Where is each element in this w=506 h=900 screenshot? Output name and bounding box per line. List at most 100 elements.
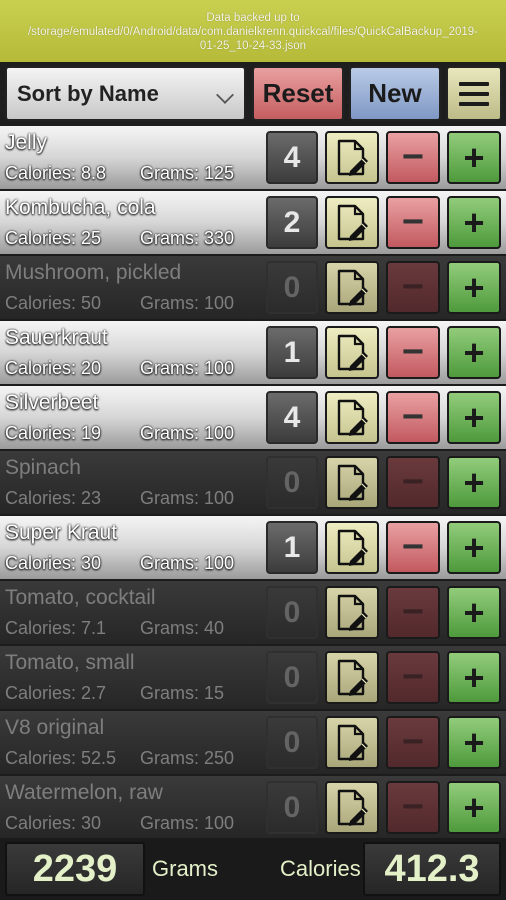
grams-value: 100 (204, 293, 235, 313)
calories-value: 25 (81, 228, 102, 248)
item-calories: Calories: 8.8 (5, 163, 106, 184)
item-name: Tomato, small (5, 651, 135, 674)
item-name: V8 original (5, 716, 105, 739)
backup-status-banner: Data backed up to /storage/emulated/0/An… (0, 0, 506, 62)
edit-document-icon[interactable] (325, 781, 379, 834)
plus-button[interactable]: + (447, 651, 501, 704)
edit-document-icon[interactable] (325, 586, 379, 639)
edit-document-icon[interactable] (325, 131, 379, 184)
grams-value: 40 (204, 618, 225, 638)
reset-button[interactable]: Reset (252, 66, 344, 121)
minus-button[interactable]: − (386, 326, 440, 379)
edit-document-icon[interactable] (325, 716, 379, 769)
minus-button[interactable]: − (386, 586, 440, 639)
minus-button[interactable]: − (386, 131, 440, 184)
calories-value: 30 (81, 553, 102, 573)
minus-button[interactable]: − (386, 781, 440, 834)
item-count: 4 (266, 391, 318, 444)
plus-button[interactable]: + (447, 326, 501, 379)
item-grams: Grams: 100 (140, 293, 234, 314)
plus-icon: + (463, 396, 485, 438)
calories-prefix: Calories: (5, 358, 82, 378)
minus-button[interactable]: − (386, 521, 440, 574)
item-count: 0 (266, 456, 318, 509)
grams-prefix: Grams: (140, 488, 205, 508)
minus-button[interactable]: − (386, 456, 440, 509)
item-count: 4 (266, 131, 318, 184)
calories-prefix: Calories: (5, 553, 82, 573)
item-grams: Grams: 100 (140, 488, 234, 509)
edit-document-icon[interactable] (325, 196, 379, 249)
list-item: Kombucha, cola Calories: 25 Grams: 330 2 − + (0, 191, 506, 254)
plus-button[interactable]: + (447, 781, 501, 834)
edit-document-icon[interactable] (325, 456, 379, 509)
minus-button[interactable]: − (386, 651, 440, 704)
item-grams: Grams: 330 (140, 228, 234, 249)
grams-prefix: Grams: (140, 293, 205, 313)
list-item: Mushroom, pickled Calories: 50 Grams: 100 0… (0, 256, 506, 319)
plus-button[interactable]: + (447, 716, 501, 769)
grams-prefix: Grams: (140, 228, 205, 248)
grams-value: 100 (204, 813, 235, 833)
minus-button[interactable]: − (386, 391, 440, 444)
calories-value: 50 (81, 293, 102, 313)
edit-document-icon[interactable] (325, 326, 379, 379)
grams-total: 2239 (5, 842, 145, 896)
grams-value: 125 (204, 163, 235, 183)
plus-button[interactable]: + (447, 521, 501, 574)
calories-label: Calories (280, 856, 361, 881)
calories-value: 19 (81, 423, 102, 443)
plus-icon: + (463, 721, 485, 763)
item-count: 0 (266, 716, 318, 769)
calories-value: 52.5 (81, 748, 117, 768)
sort-dropdown[interactable]: Sort by Name (5, 66, 246, 121)
item-calories: Calories: 19 (5, 423, 101, 444)
hamburger-menu-icon[interactable] (446, 66, 502, 121)
edit-document-icon[interactable] (325, 651, 379, 704)
item-grams: Grams: 125 (140, 163, 234, 184)
item-name: Spinach (5, 456, 81, 479)
grams-value: 15 (204, 683, 225, 703)
totals-bar: 2239 Grams Calories 412.3 (0, 838, 506, 900)
calories-value: 30 (81, 813, 102, 833)
item-calories: Calories: 20 (5, 358, 101, 379)
item-calories: Calories: 52.5 (5, 748, 116, 769)
item-name: Mushroom, pickled (5, 261, 182, 284)
edit-document-icon[interactable] (325, 391, 379, 444)
calories-prefix: Calories: (5, 748, 82, 768)
grams-value: 100 (204, 423, 235, 443)
plus-button[interactable]: + (447, 456, 501, 509)
calories-prefix: Calories: (5, 293, 82, 313)
item-name: Watermelon, raw (5, 781, 163, 804)
list-item: Sauerkraut Calories: 20 Grams: 100 1 − + (0, 321, 506, 384)
item-grams: Grams: 100 (140, 553, 234, 574)
list-item: Tomato, small Calories: 2.7 Grams: 15 0 − + (0, 646, 506, 709)
minus-button[interactable]: − (386, 196, 440, 249)
grams-value: 250 (204, 748, 235, 768)
plus-icon: + (463, 266, 485, 308)
minus-button[interactable]: − (386, 716, 440, 769)
item-grams: Grams: 15 (140, 683, 224, 704)
plus-button[interactable]: + (447, 261, 501, 314)
minus-icon: − (401, 526, 425, 568)
item-count: 0 (266, 651, 318, 704)
calories-prefix: Calories: (5, 228, 82, 248)
list-item: Watermelon, raw Calories: 30 Grams: 100 0 − + (0, 776, 506, 839)
plus-icon: + (463, 786, 485, 828)
plus-button[interactable]: + (447, 131, 501, 184)
plus-button[interactable]: + (447, 196, 501, 249)
item-name: Sauerkraut (5, 326, 108, 349)
minus-icon: − (401, 136, 425, 178)
plus-button[interactable]: + (447, 586, 501, 639)
item-count: 0 (266, 586, 318, 639)
edit-document-icon[interactable] (325, 261, 379, 314)
minus-icon: − (401, 396, 425, 438)
minus-button[interactable]: − (386, 261, 440, 314)
plus-icon: + (463, 656, 485, 698)
edit-document-icon[interactable] (325, 521, 379, 574)
grams-prefix: Grams: (140, 683, 205, 703)
calories-total: 412.3 (363, 842, 501, 896)
calories-prefix: Calories: (5, 618, 82, 638)
new-button[interactable]: New (349, 66, 441, 121)
plus-button[interactable]: + (447, 391, 501, 444)
